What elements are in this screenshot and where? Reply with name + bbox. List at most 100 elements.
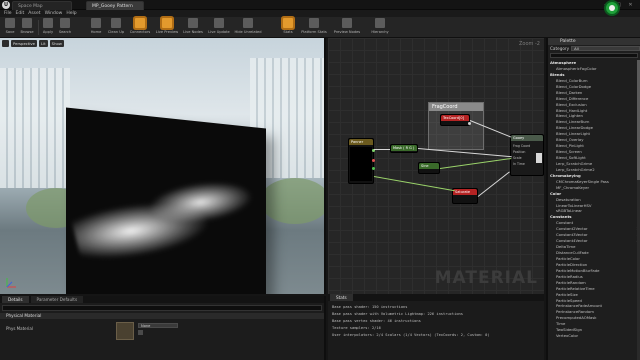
palette-item-label: Blend_Screen (556, 149, 582, 155)
menu-file[interactable]: File (4, 10, 12, 17)
tab-details[interactable]: Details (2, 296, 29, 303)
palette-item-label: Blend_LinearDodge (556, 125, 593, 131)
hide-unrelated-button[interactable]: Hide Unrelated (232, 18, 264, 37)
palette-item-label: Blend_Lighten (556, 113, 583, 119)
clean-up-button[interactable]: Clean Up (104, 18, 128, 37)
live-update-button[interactable]: Live Update (206, 18, 232, 37)
palette-item-label: sRGBToLinear (556, 208, 582, 214)
palette-item-label: Blend_SoftLight (556, 155, 586, 160)
palette-item-label: CMChromaKeyerSingle Pass (556, 178, 609, 184)
result-node[interactable]: Gooey Frag Coord Position Scale In Time (510, 134, 544, 176)
home-button[interactable]: Home (88, 18, 104, 37)
tab-parameter-defaults[interactable]: Parameter Defaults (30, 296, 84, 303)
stat-line: Texture samplers: 2/16 (332, 326, 381, 330)
palette-item-label: ParticleRandom (556, 279, 586, 285)
close-button[interactable]: ✕ (627, 2, 634, 8)
tab-space-map[interactable]: Space Map (12, 1, 72, 10)
viewport-options-icon[interactable] (2, 40, 9, 47)
background-building (0, 68, 70, 188)
palette-item-label: PerInstanceFadeAmount (556, 303, 603, 309)
details-search-input[interactable] (2, 305, 322, 311)
platform-stats-button[interactable]: Platform Stats (298, 18, 330, 37)
output-pin[interactable] (468, 122, 471, 125)
mask-node[interactable]: Mask ( R G ) (390, 144, 418, 153)
preview-nodes-button[interactable]: Preview Nodes (332, 18, 362, 37)
tab-stats[interactable]: Stats (330, 294, 353, 301)
material-preview-mesh (66, 107, 266, 294)
output-pin[interactable] (372, 159, 375, 162)
save-button[interactable]: Save (2, 18, 18, 37)
live-preview-icon (162, 18, 172, 28)
browse-asset-icon[interactable] (138, 330, 143, 335)
connectors-button[interactable]: Connectors (128, 18, 152, 37)
source-control-status-icon[interactable] (604, 0, 620, 16)
node-title: Panner (349, 139, 373, 145)
graph-wire (373, 176, 455, 192)
live-preview-button[interactable]: Live Preview (154, 18, 180, 37)
unreal-logo-icon[interactable]: U (2, 1, 10, 9)
phys-material-row: Phys Material None (0, 319, 324, 340)
phys-material-select[interactable]: None (138, 323, 178, 328)
texcoord-node[interactable]: TexCoord[0] (440, 114, 471, 126)
details-tabs: Details Parameter Defaults (0, 296, 324, 303)
palette-item-label: Blends (550, 71, 565, 77)
comment-title[interactable]: FragCoord (429, 103, 483, 111)
apply-button[interactable]: Apply (40, 18, 56, 37)
stats-icon (283, 18, 293, 28)
output-pin[interactable] (372, 167, 375, 170)
palette-item-label: Constants (550, 214, 572, 220)
palette-item-label: Blend_Overlay (556, 137, 584, 143)
menu-asset[interactable]: Asset (28, 10, 40, 17)
background-tree (260, 178, 324, 224)
show-button[interactable]: Show (49, 40, 64, 47)
home-icon (91, 18, 101, 28)
palette-item-label: ParticleSize (556, 291, 578, 297)
hierarchy-button[interactable]: Hierarchy (366, 18, 394, 37)
palette-item-label: MF_ChromaKeyer (556, 184, 590, 190)
comment-box[interactable]: FragCoord (428, 102, 484, 150)
palette-tab[interactable]: Palette (548, 38, 640, 45)
stat-line: Base pass vertex shader: 46 instructions (332, 319, 421, 323)
browse-button[interactable]: Browse (18, 18, 36, 37)
palette-item-label: Blend_ColorBurn (556, 77, 588, 83)
saturate-node[interactable]: Saturate (452, 188, 478, 204)
live-nodes-icon (188, 18, 198, 28)
live-nodes-button[interactable]: Live Nodes (180, 18, 206, 37)
title-bar: U Space Map MP_Gooey Pattern — □ ✕ (0, 0, 640, 10)
preview-viewport[interactable]: Perspective Lit Show (0, 38, 326, 294)
panner-node[interactable]: Panner (348, 138, 375, 184)
sine-node[interactable]: Sine (418, 162, 440, 174)
stat-line: Base pass shader: 150 instructions (332, 305, 408, 309)
category-label: Category (550, 46, 570, 51)
perspective-button[interactable]: Perspective (11, 40, 37, 47)
axis-gizmo-icon (6, 278, 16, 288)
palette-item-label: Blend_ColorDodge (556, 83, 592, 89)
palette-item-label: Blend_Exclusion (556, 101, 587, 107)
node-title: Sine (419, 163, 439, 169)
menu-edit[interactable]: Edit (16, 10, 25, 17)
lit-button[interactable]: Lit (39, 40, 48, 47)
menu-help[interactable]: Help (66, 10, 76, 17)
material-graph[interactable]: Zoom -2 FragCoord TexCoord[0] Panner Mas… (328, 38, 544, 294)
palette-item-label: Blend_Difference (556, 95, 589, 101)
asset-thumbnail[interactable] (116, 322, 134, 340)
palette-item-label: ParticleMotionBlurFade (556, 267, 600, 273)
stats-button[interactable]: Stats (280, 18, 296, 37)
menu-bar: File Edit Asset Window Help (0, 10, 640, 17)
palette-list: Atmosphere AtmosphericFogColor Blends Blend… (548, 60, 640, 360)
output-preview (536, 153, 542, 163)
pin-label: In Time (513, 162, 525, 166)
palette-search-input[interactable] (550, 53, 638, 58)
hierarchy-icon (375, 18, 385, 28)
palette-item-label: ParticleDirection (556, 261, 588, 267)
palette-item-label: Chromakeying (550, 172, 581, 178)
category-select[interactable]: All (571, 46, 640, 51)
menu-window[interactable]: Window (45, 10, 63, 17)
tab-material[interactable]: MP_Gooey Pattern (86, 1, 144, 10)
palette-item-label: LinearToLinearHSV (556, 202, 592, 208)
palette-item-label: Blend_HardLight (556, 107, 588, 113)
node-title: TexCoord[0] (441, 115, 469, 121)
result-pin-labels: Frag Coord Position Scale In Time (513, 143, 530, 167)
search-button[interactable]: Search (56, 18, 74, 37)
palette-item[interactable]: VertexColor (548, 333, 640, 339)
